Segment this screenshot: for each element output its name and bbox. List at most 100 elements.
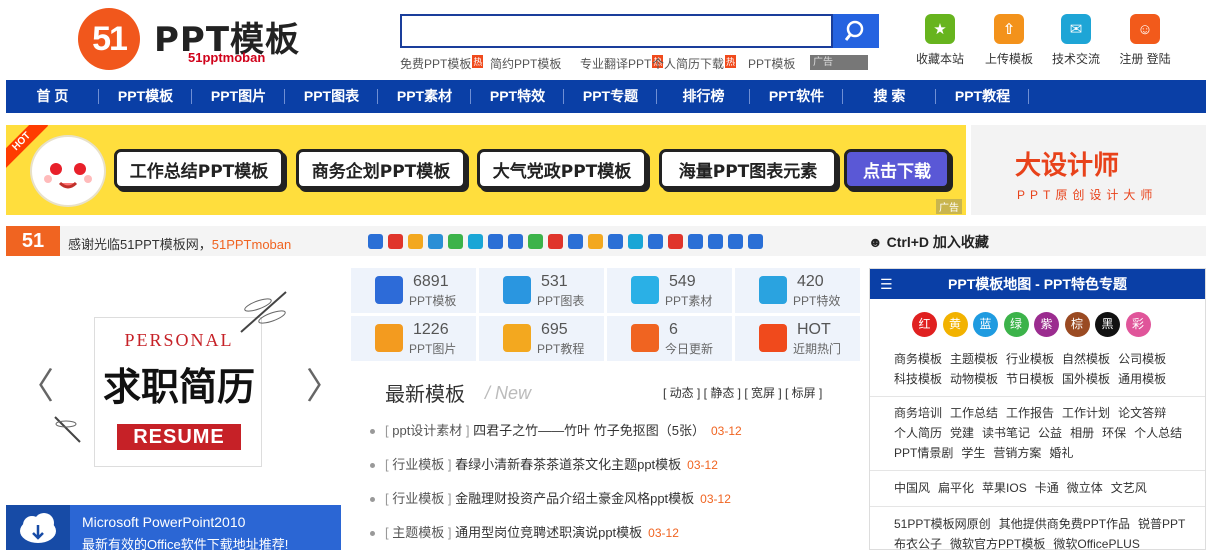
map-link[interactable]: 商务模板 <box>894 349 942 369</box>
share-icon[interactable] <box>468 234 483 249</box>
designer-banner[interactable]: 大设计师 PPT原创设计大师 <box>971 125 1206 215</box>
map-link[interactable]: 学生 <box>961 443 985 463</box>
map-link[interactable]: 苹果IOS <box>982 478 1027 498</box>
map-link[interactable]: 公司模板 <box>1118 349 1166 369</box>
map-link[interactable]: 微软OfficePLUS <box>1053 534 1139 554</box>
tool-chat[interactable]: ✉ 技术交流 <box>1040 12 1112 67</box>
map-link[interactable]: 通用模板 <box>1118 369 1166 389</box>
map-link[interactable]: 环保 <box>1102 423 1126 443</box>
color-filter[interactable]: 红 <box>912 312 937 337</box>
map-link[interactable]: 节日模板 <box>1006 369 1054 389</box>
color-filter[interactable]: 蓝 <box>973 312 998 337</box>
map-link[interactable]: 营销方案 <box>993 443 1041 463</box>
logo-mark[interactable]: 51 <box>78 8 140 70</box>
nav-item[interactable]: PPT专题 <box>564 80 657 113</box>
hot-link[interactable]: 专业翻译PPT 热 <box>580 55 664 72</box>
share-icon[interactable] <box>508 234 523 249</box>
search-input[interactable] <box>400 14 833 48</box>
share-icon[interactable] <box>368 234 383 249</box>
map-link[interactable]: 扁平化 <box>938 478 974 498</box>
stat-item[interactable]: 6891 PPT模板 <box>351 268 476 313</box>
item-category[interactable]: [ 行业模板 ] <box>385 491 455 506</box>
map-link[interactable]: 公益 <box>1038 423 1062 443</box>
share-icon[interactable] <box>448 234 463 249</box>
stat-item[interactable]: 6 今日更新 <box>607 316 732 361</box>
map-link[interactable]: 锐普PPT <box>1138 514 1185 534</box>
item-category[interactable]: [ 行业模板 ] <box>385 457 455 472</box>
share-icon[interactable] <box>568 234 583 249</box>
stat-item[interactable]: 420 PPT特效 <box>735 268 860 313</box>
slide-card[interactable]: PERSONAL 求职简历 RESUME <box>94 317 262 467</box>
item-title[interactable]: 四君子之竹——竹叶 竹子免抠图（5张） <box>473 423 705 438</box>
featured-slider[interactable]: 〈 〉 PERSONAL 求职简历 RESUME <box>6 267 342 492</box>
map-link[interactable]: 论文答辩 <box>1118 403 1166 423</box>
list-item[interactable]: [ ppt设计素材 ] 四君子之竹——竹叶 竹子免抠图（5张） 03-12 <box>370 420 742 439</box>
hot-link[interactable]: 免费PPT模板热 <box>400 55 484 72</box>
map-link[interactable]: 主题模板 <box>950 349 998 369</box>
color-filter[interactable]: 绿 <box>1003 312 1029 337</box>
share-icon[interactable] <box>528 234 543 249</box>
map-link[interactable]: 中国风 <box>894 478 930 498</box>
promo-banner[interactable]: HOT 工作总结PPT模板 商务企划PPT模板 大气党政PPT模板 海量PPT图表元素… <box>6 125 966 215</box>
share-icon[interactable] <box>628 234 643 249</box>
map-link[interactable]: 动物模板 <box>950 369 998 389</box>
hot-link[interactable]: 个人简历下载热 <box>652 55 737 72</box>
list-item[interactable]: [ 主题模板 ] 通用型岗位竞聘述职演说ppt模板 03-12 <box>370 522 679 541</box>
list-item[interactable]: [ 行业模板 ] 金融理财投资产品介绍土豪金风格ppt模板 03-12 <box>370 488 731 507</box>
banner-pill[interactable]: 商务企划PPT模板 <box>296 149 466 189</box>
nav-item[interactable]: 搜 索 <box>843 80 936 113</box>
nav-item[interactable]: PPT模板 <box>99 80 192 113</box>
color-filter[interactable]: 紫 <box>1034 312 1059 337</box>
stat-item[interactable]: HOT 近期热门 <box>735 316 860 361</box>
color-filter[interactable]: 黑 <box>1095 312 1120 337</box>
map-link[interactable]: 个人简历 <box>894 423 942 443</box>
nav-item[interactable]: 首 页 <box>6 80 99 113</box>
color-filter[interactable]: 棕 <box>1064 312 1090 337</box>
stat-item[interactable]: 531 PPT图表 <box>479 268 604 313</box>
nav-item[interactable]: PPT教程 <box>936 80 1029 113</box>
stat-item[interactable]: 549 PPT素材 <box>607 268 732 313</box>
stat-item[interactable]: 695 PPT教程 <box>479 316 604 361</box>
share-icon[interactable] <box>648 234 663 249</box>
banner-pill[interactable]: 工作总结PPT模板 <box>114 149 284 189</box>
share-icon[interactable] <box>388 234 403 249</box>
map-link[interactable]: 51PPT模板网原创 <box>894 514 991 534</box>
share-icon[interactable] <box>488 234 503 249</box>
banner-pill[interactable]: 海量PPT图表元素 <box>659 149 837 189</box>
map-link[interactable]: 商务培训 <box>894 403 942 423</box>
stat-item[interactable]: 1226 PPT图片 <box>351 316 476 361</box>
map-link[interactable]: PPT情景剧 <box>894 443 953 463</box>
map-link[interactable]: 布衣公子 <box>894 534 942 554</box>
item-category[interactable]: [ ppt设计素材 ] <box>385 423 473 438</box>
hot-link[interactable]: PPT模板 <box>748 55 795 72</box>
map-link[interactable]: 工作报告 <box>1006 403 1054 423</box>
map-link[interactable]: 工作计划 <box>1062 403 1110 423</box>
nav-item[interactable]: PPT图表 <box>285 80 378 113</box>
color-filter[interactable]: 彩 <box>1125 312 1151 337</box>
share-icon[interactable] <box>548 234 563 249</box>
item-category[interactable]: [ 主题模板 ] <box>385 525 455 540</box>
share-icon[interactable] <box>408 234 423 249</box>
share-icon[interactable] <box>608 234 623 249</box>
download-button[interactable]: 点击下载 <box>844 149 950 189</box>
share-icon[interactable] <box>708 234 723 249</box>
search-button[interactable] <box>833 14 879 48</box>
bookmark-hint[interactable]: ☻ Ctrl+D 加入收藏 <box>868 232 989 252</box>
map-link[interactable]: 微立体 <box>1067 478 1103 498</box>
map-link[interactable]: 读书笔记 <box>982 423 1030 443</box>
nav-item[interactable]: PPT特效 <box>471 80 564 113</box>
map-link[interactable]: 工作总结 <box>950 403 998 423</box>
map-link[interactable]: 自然模板 <box>1062 349 1110 369</box>
hot-link[interactable]: 简约PPT模板 <box>490 55 561 72</box>
share-icon[interactable] <box>428 234 443 249</box>
slider-next-button[interactable]: 〉 <box>306 357 342 409</box>
latest-filter-tabs[interactable]: [ 动态 ] [ 静态 ] [ 宽屏 ] [ 标屏 ] <box>663 384 822 401</box>
map-link[interactable]: 微软官方PPT模板 <box>950 534 1045 554</box>
banner-pill[interactable]: 大气党政PPT模板 <box>477 149 647 189</box>
tool-upload[interactable]: ⇧ 上传模板 <box>973 12 1045 67</box>
item-title[interactable]: 金融理财投资产品介绍土豪金风格ppt模板 <box>455 491 694 506</box>
map-link[interactable]: 其他提供商免费PPT作品 <box>999 514 1130 534</box>
item-title[interactable]: 通用型岗位竞聘述职演说ppt模板 <box>455 525 642 540</box>
nav-item[interactable]: PPT图片 <box>192 80 285 113</box>
map-link[interactable]: 婚礼 <box>1049 443 1073 463</box>
